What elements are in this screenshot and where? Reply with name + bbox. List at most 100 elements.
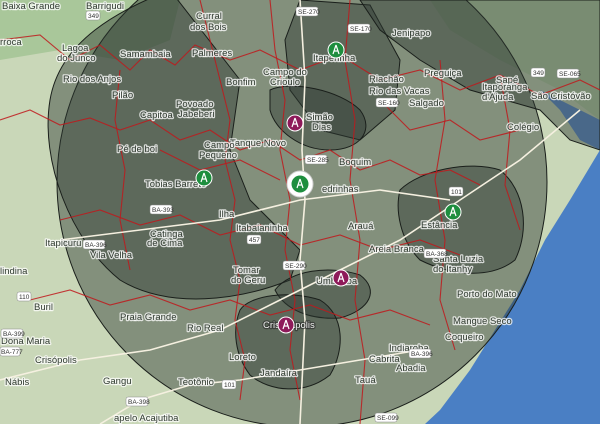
place-label: de Cima — [147, 238, 183, 249]
place-label: dos Bois — [190, 22, 227, 33]
place-label: apelo Acajutiba — [114, 413, 179, 424]
road-shield: 349 — [85, 10, 101, 21]
road-shield: 349 — [530, 67, 546, 78]
road-shield: BA-399 — [0, 328, 25, 339]
place-label: Buril — [34, 302, 53, 313]
place-label: Porto do Mato — [457, 289, 517, 300]
place-label: do Itanhy — [433, 264, 472, 275]
place-label: Samambaia — [120, 49, 171, 60]
place-label: Barrigudi — [86, 1, 124, 12]
place-label: Pilão — [112, 90, 133, 101]
road-shield: SE-285 — [304, 154, 329, 165]
svg-text:349: 349 — [88, 13, 99, 20]
svg-text:SE-099: SE-099 — [377, 415, 399, 422]
road-shield: SE-065 — [556, 68, 581, 79]
place-label: Tauá — [355, 375, 376, 386]
place-label: Rio dos Anjos — [63, 74, 121, 85]
svg-text:SE-170: SE-170 — [350, 26, 372, 33]
place-label: Praia Grande — [120, 312, 177, 323]
tower-center-marker[interactable] — [286, 170, 314, 198]
place-label: Mangue Seco — [453, 316, 512, 327]
place-label: Ilha — [219, 209, 235, 220]
place-label: Loreto — [229, 352, 256, 363]
place-label: Palmeres — [192, 48, 232, 59]
svg-text:SE-270: SE-270 — [298, 9, 320, 16]
svg-text:101: 101 — [451, 189, 462, 196]
place-label: Vila Velha — [90, 250, 133, 261]
road-shield: SE-160 — [375, 97, 400, 108]
place-label: rroca — [0, 37, 22, 48]
road-shield: 457 — [246, 234, 262, 245]
map-view[interactable]: Baixa Grande Barrigudi Curral dos Bois L… — [0, 0, 600, 424]
svg-text:BA-396: BA-396 — [411, 351, 433, 358]
svg-text:349: 349 — [533, 70, 544, 77]
svg-text:BA-368: BA-368 — [426, 251, 448, 258]
svg-text:BA-399: BA-399 — [3, 331, 25, 338]
place-label: Pequeno — [199, 150, 237, 161]
svg-text:101: 101 — [224, 382, 235, 389]
svg-text:SE-290: SE-290 — [285, 263, 307, 270]
svg-text:BA-398: BA-398 — [128, 399, 150, 406]
place-label: Abadia — [396, 363, 426, 374]
place-label: Pé de boi — [117, 144, 157, 155]
svg-text:SE-065: SE-065 — [559, 71, 581, 78]
place-label: Nábis — [5, 377, 30, 388]
place-label: Jenipapo — [392, 28, 431, 39]
road-shield: BA-777 — [0, 346, 23, 357]
tower-cristinapolis-marker[interactable] — [277, 316, 295, 334]
place-label: Teotônio — [178, 377, 214, 388]
svg-text:BA-393: BA-393 — [152, 207, 174, 214]
road-shield: 101 — [448, 186, 464, 197]
svg-text:BA-396: BA-396 — [85, 242, 107, 249]
place-label: Rio das Vacas — [369, 86, 430, 97]
place-label: Curral — [196, 11, 222, 22]
place-label: Tanque Novo — [230, 138, 286, 149]
road-shield: SE-290 — [282, 260, 307, 271]
place-label: lindina — [0, 266, 28, 277]
road-shield: SE-170 — [347, 23, 372, 34]
tower-estancia-marker[interactable] — [444, 203, 462, 221]
place-label: Crisópolis — [35, 355, 77, 366]
place-label: Areia Branca — [369, 244, 425, 255]
tower-simao-dias-marker[interactable] — [286, 114, 304, 132]
road-shield: BA-396 — [408, 348, 433, 359]
svg-text:SE-285: SE-285 — [307, 157, 329, 164]
svg-text:457: 457 — [249, 237, 260, 244]
road-shield: BA-398 — [125, 396, 150, 407]
road-shield: BA-368 — [423, 248, 448, 259]
place-label: Salgado — [409, 98, 444, 109]
place-label: Estância — [421, 220, 458, 231]
place-label: Jandaíra — [260, 368, 298, 379]
place-label: do Junco — [57, 53, 96, 64]
place-label: Rio Real — [187, 323, 223, 334]
place-label: Arauá — [348, 221, 374, 232]
place-label: Bonfim — [226, 77, 256, 88]
svg-text:110: 110 — [19, 294, 30, 301]
svg-text:SE-160: SE-160 — [378, 100, 400, 107]
place-label: Baixa Grande — [2, 1, 60, 12]
place-label: do Geru — [231, 275, 265, 286]
place-label: Capitoa — [140, 110, 173, 121]
place-label: Itabaianinha — [236, 223, 288, 234]
place-label: Jabeberi — [178, 109, 214, 120]
place-label: Dias — [312, 122, 331, 133]
place-label: Preguiça — [424, 68, 462, 79]
road-shield: 110 — [16, 291, 32, 302]
road-shield: BA-396 — [82, 239, 107, 250]
road-shield: BA-393 — [149, 204, 174, 215]
place-label: d'Ajuda — [482, 92, 514, 103]
tower-umbauba-marker[interactable] — [332, 269, 350, 287]
map-canvas[interactable]: Baixa Grande Barrigudi Curral dos Bois L… — [0, 0, 600, 424]
place-label: Crioulo — [270, 77, 300, 88]
place-label: Coqueiro — [445, 332, 484, 343]
place-label: Boquim — [339, 157, 371, 168]
tower-itaperinha-marker[interactable] — [327, 41, 345, 59]
place-label: Itapicuru — [45, 238, 81, 249]
svg-text:BA-777: BA-777 — [1, 349, 23, 356]
place-label: São Cristóvão — [531, 91, 591, 102]
place-label: Riachão — [369, 74, 404, 85]
road-shield: SE-099 — [374, 412, 399, 423]
tower-tobias-marker[interactable] — [195, 169, 213, 187]
road-shield: SE-270 — [295, 6, 320, 17]
place-label: Gangu — [103, 376, 132, 387]
